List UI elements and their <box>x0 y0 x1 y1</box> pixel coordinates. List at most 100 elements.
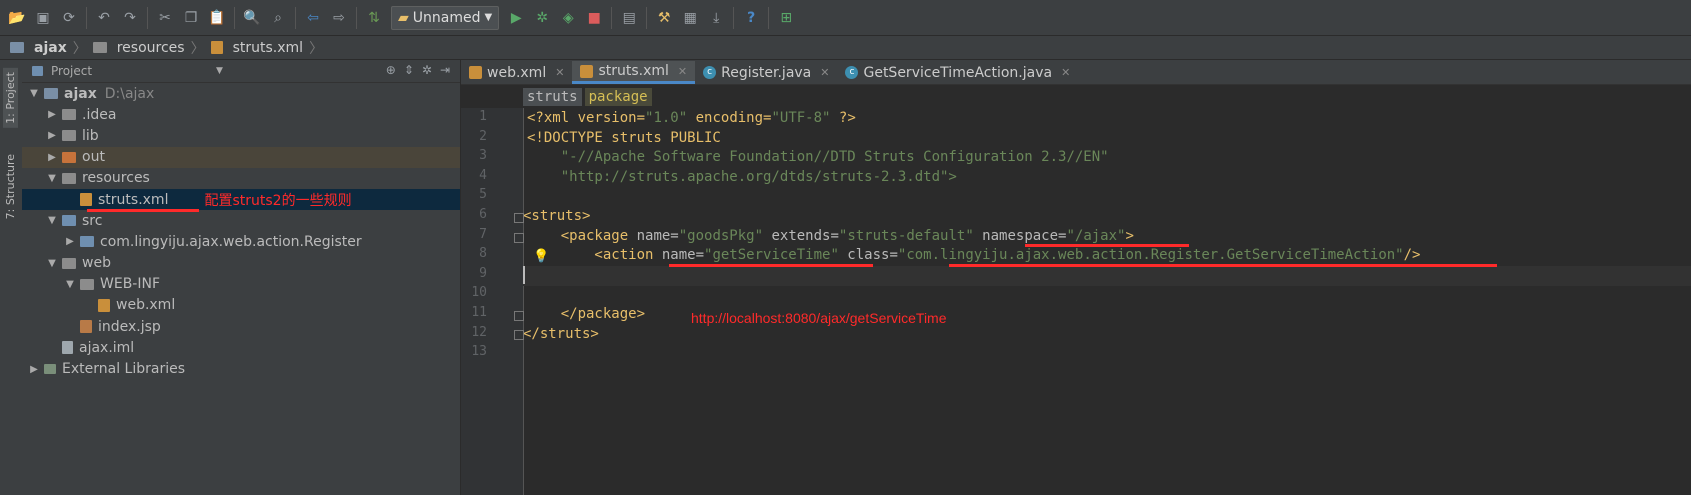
find-icon[interactable]: 🔍 <box>241 7 263 29</box>
breadcrumb-item-struts-xml[interactable]: struts.xml <box>210 40 303 56</box>
package-icon <box>80 236 94 248</box>
breadcrumb-separator: 〉 <box>72 40 87 57</box>
gear-icon[interactable]: ✲ <box>422 63 432 77</box>
debug-icon[interactable]: ✲ <box>531 7 553 29</box>
tree-item-external-libraries[interactable]: ▶ External Libraries <box>22 358 460 379</box>
coverage-icon[interactable]: ◈ <box>557 7 579 29</box>
collapsed-arrow-icon[interactable]: ▶ <box>46 152 58 163</box>
folder-icon <box>92 42 107 53</box>
tree-item-index-jsp[interactable]: index.jsp <box>22 316 460 337</box>
project-panel-header: Project ▼ ⊕ ⇕ ✲ ⇥ <box>22 60 460 83</box>
hide-icon[interactable]: ⇥ <box>440 63 450 77</box>
url-annotation: http://localhost:8080/ajax/getServiceTim… <box>691 310 947 326</box>
toolbar-divider <box>147 6 148 29</box>
module-path: D:\ajax <box>104 85 155 102</box>
project-tree: ▼ ajax D:\ajax ▶ .idea ▶ lib ▶ out ▼ resources stru… <box>22 83 460 380</box>
tree-item-com-lingyiju-ajax-web-action-register[interactable]: ▶ com.lingyiju.ajax.web.action.Register <box>22 231 460 252</box>
collapsed-arrow-icon[interactable]: ▶ <box>64 236 76 247</box>
code-token: <?xml version= <box>527 110 646 126</box>
tree-item--idea[interactable]: ▶ .idea <box>22 104 460 125</box>
fold-marker-icon[interactable] <box>514 330 524 340</box>
close-icon[interactable]: ✕ <box>820 66 829 79</box>
project-view-selector[interactable]: Project <box>51 64 92 78</box>
help-icon[interactable]: ? <box>740 7 762 29</box>
tab-structure[interactable]: 7: Structure <box>3 150 18 223</box>
paste-icon[interactable]: 📋 <box>206 7 228 29</box>
vcs-icon[interactable]: ⊞ <box>775 7 797 29</box>
tree-item-ajax-iml[interactable]: ajax.iml <box>22 337 460 358</box>
tree-item-src[interactable]: ▼ src <box>22 210 460 231</box>
tree-item-resources[interactable]: ▼ resources <box>22 168 460 189</box>
breadcrumb-item-ajax[interactable]: ajax <box>10 40 67 56</box>
expanded-arrow-icon[interactable]: ▼ <box>46 173 58 184</box>
close-icon[interactable]: ✕ <box>555 66 564 79</box>
close-icon[interactable]: ✕ <box>1061 66 1070 79</box>
sdk-icon[interactable]: ▦ <box>679 7 701 29</box>
xml-file-icon <box>210 41 223 54</box>
open-icon[interactable]: 📂 <box>6 7 28 29</box>
redo-icon[interactable]: ↷ <box>119 7 141 29</box>
line-number: 10 <box>471 285 487 301</box>
undo-icon[interactable]: ↶ <box>93 7 115 29</box>
tree-item-struts-xml[interactable]: struts.xml 配置struts2的一些规则 <box>22 188 460 212</box>
back-icon[interactable]: ⇦ <box>302 7 324 29</box>
line-number: 9 <box>479 265 487 281</box>
replace-icon[interactable]: ⌕ <box>267 7 289 29</box>
deploy-icon[interactable]: ⤓ <box>705 7 727 29</box>
tree-item-lib[interactable]: ▶ lib <box>22 125 460 146</box>
code-line-2: <!DOCTYPE struts PUBLIC <box>527 129 721 146</box>
collapsed-arrow-icon[interactable]: ▶ <box>46 109 58 120</box>
locate-icon[interactable]: ⊕ <box>386 63 396 77</box>
stop-icon[interactable]: ■ <box>583 7 605 29</box>
fold-marker-icon[interactable] <box>514 233 524 243</box>
tab-getservicetimeaction-java[interactable]: c GetServiceTimeAction.java ✕ <box>837 61 1078 84</box>
fold-marker-icon[interactable] <box>514 311 524 321</box>
tree-item-web-inf[interactable]: ▼ WEB-INF <box>22 274 460 295</box>
xml-crumb-struts[interactable]: struts <box>523 88 582 106</box>
run-icon[interactable]: ▶ <box>505 7 527 29</box>
expanded-arrow-icon[interactable]: ▼ <box>46 215 58 226</box>
tab-project[interactable]: 1: Project <box>3 68 18 128</box>
cut-icon[interactable]: ✂ <box>154 7 176 29</box>
xml-crumb-package[interactable]: package <box>584 88 652 106</box>
collapsed-arrow-icon[interactable]: ▶ <box>28 364 40 375</box>
annotation-underline <box>949 264 1497 267</box>
close-icon[interactable]: ✕ <box>678 65 687 78</box>
chevron-down-icon: ▼ <box>484 12 493 23</box>
save-icon[interactable]: ▣ <box>32 7 54 29</box>
tree-item-out[interactable]: ▶ out <box>22 146 460 168</box>
project-view-icon <box>32 66 43 76</box>
tree-item-label: com.lingyiju.ajax.web.action.Register <box>100 233 362 250</box>
line-number: 4 <box>479 167 487 183</box>
forward-icon[interactable]: ⇨ <box>328 7 350 29</box>
chevron-down-icon[interactable]: ▼ <box>216 66 223 76</box>
annotation-underline <box>669 264 873 267</box>
tree-item-web-xml[interactable]: web.xml <box>22 295 460 316</box>
tree-item-label: web.xml <box>116 297 176 314</box>
project-structure-icon[interactable]: ▤ <box>618 7 640 29</box>
breadcrumb-item-resources[interactable]: resources <box>92 40 185 56</box>
copy-icon[interactable]: ❐ <box>180 7 202 29</box>
run-configuration-dropdown[interactable]: ▰ Unnamed ▼ <box>391 5 500 30</box>
expanded-arrow-icon[interactable]: ▼ <box>28 88 40 99</box>
build-icon[interactable]: ⇅ <box>363 7 385 29</box>
fold-marker-icon[interactable] <box>514 213 524 223</box>
expanded-arrow-icon[interactable]: ▼ <box>64 279 76 290</box>
collapsed-arrow-icon[interactable]: ▶ <box>46 130 58 141</box>
collapse-all-icon[interactable]: ⇕ <box>404 63 414 77</box>
sync-icon[interactable]: ⟳ <box>58 7 80 29</box>
tree-item-label: lib <box>82 127 99 144</box>
tab-web-xml[interactable]: web.xml ✕ <box>461 61 572 84</box>
tree-item-web[interactable]: ▼ web <box>22 253 460 274</box>
intention-bulb-icon[interactable]: 💡 <box>533 249 549 264</box>
tab-struts-xml[interactable]: struts.xml ✕ <box>572 61 696 84</box>
code-line-4: "http://struts.apache.org/dtds/struts-2.… <box>527 168 957 185</box>
toolbar-divider <box>733 6 735 29</box>
code-line-8: <action name="getServiceTime" class="com… <box>527 246 1420 266</box>
tab-register-java[interactable]: c Register.java ✕ <box>695 61 837 84</box>
tree-item-label: out <box>82 149 105 166</box>
expanded-arrow-icon[interactable]: ▼ <box>46 258 58 269</box>
settings-icon[interactable]: ⚒ <box>653 7 675 29</box>
folder-icon <box>62 172 76 184</box>
tree-item-ajax[interactable]: ▼ ajax D:\ajax <box>22 83 460 104</box>
